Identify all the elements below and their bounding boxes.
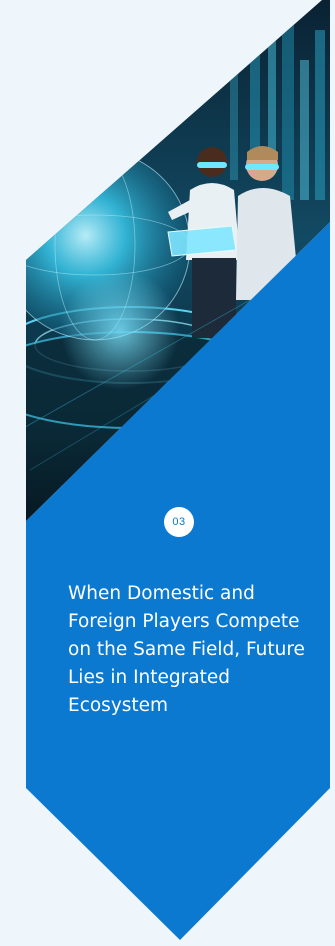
step-number-badge: 03 (164, 507, 194, 537)
article-card[interactable]: 03 When Domestic and Foreign Players Com… (0, 0, 335, 946)
card-shape (26, 0, 330, 940)
card-title[interactable]: When Domestic and Foreign Players Compet… (68, 580, 318, 720)
